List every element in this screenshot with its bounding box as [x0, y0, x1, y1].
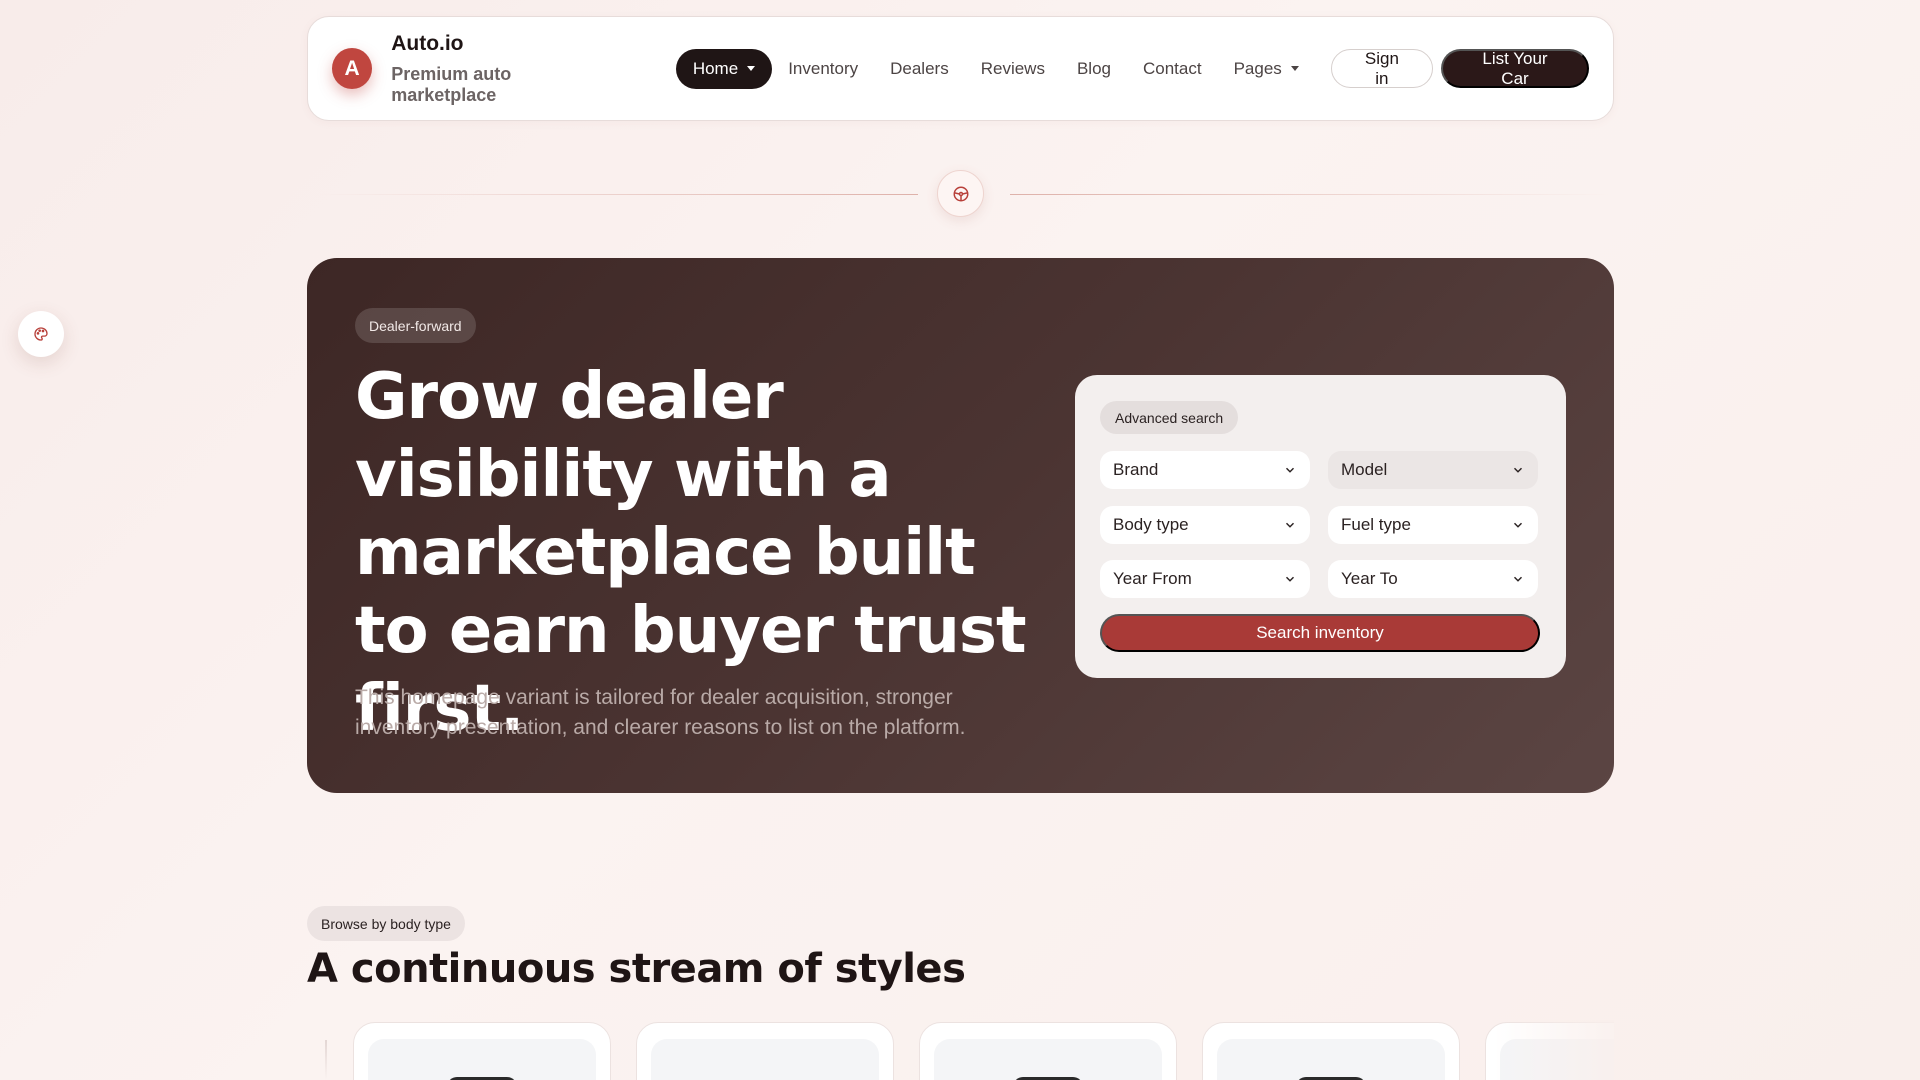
- hero-section: Dealer-forward Grow dealer visibility wi…: [307, 258, 1614, 793]
- card-image: [368, 1039, 596, 1080]
- advanced-search-card: Advanced search Brand Model Body type Fu…: [1075, 375, 1566, 678]
- nav-pages-label: Pages: [1233, 58, 1282, 78]
- nav-contact[interactable]: Contact: [1143, 59, 1202, 79]
- year-to-select-value: Year To: [1341, 569, 1398, 588]
- chevron-down-icon: [1285, 576, 1295, 582]
- nav-actions: Sign in List Your Car: [1330, 49, 1589, 88]
- brand-select[interactable]: Brand: [1100, 451, 1310, 489]
- caret-down-icon: [747, 66, 756, 71]
- divider-line: [1010, 194, 1610, 195]
- chevron-down-icon: [1285, 522, 1295, 528]
- fuel-type-select-value: Fuel type: [1341, 515, 1411, 534]
- year-from-select-value: Year From: [1113, 569, 1192, 588]
- chevron-down-icon: [1513, 522, 1523, 528]
- nav-dealers[interactable]: Dealers: [890, 59, 949, 79]
- steering-wheel-icon: [937, 170, 984, 217]
- nav-pages[interactable]: Pages: [1234, 59, 1299, 79]
- year-to-select[interactable]: Year To: [1328, 560, 1538, 598]
- body-type-carousel[interactable]: [307, 1020, 1614, 1080]
- list-your-car-button[interactable]: List Your Car: [1441, 49, 1589, 88]
- advanced-search-badge: Advanced search: [1100, 401, 1239, 434]
- sign-in-button[interactable]: Sign in: [1330, 49, 1433, 88]
- top-navbar: A Auto.io Premium auto marketplace Home …: [307, 16, 1614, 121]
- card-image: [1217, 1039, 1445, 1080]
- card-image: [651, 1039, 879, 1080]
- divider-line: [318, 194, 918, 195]
- body-type-card[interactable]: [353, 1022, 611, 1080]
- brand: Auto.io Premium auto marketplace: [391, 32, 617, 106]
- theme-palette-button[interactable]: [18, 311, 64, 357]
- nav-inventory[interactable]: Inventory: [788, 59, 858, 79]
- palette-icon: [34, 327, 48, 341]
- model-select[interactable]: Model: [1328, 451, 1538, 489]
- hero-badge: Dealer-forward: [355, 308, 476, 343]
- brand-tagline: Premium auto marketplace: [391, 63, 512, 105]
- body-type-select-value: Body type: [1113, 515, 1189, 534]
- brand-select-value: Brand: [1113, 460, 1159, 479]
- carousel-edge: [325, 1040, 327, 1080]
- nav-home-label: Home: [692, 58, 739, 78]
- chevron-down-icon: [1285, 467, 1295, 473]
- year-from-select[interactable]: Year From: [1100, 560, 1310, 598]
- nav-blog[interactable]: Blog: [1077, 59, 1111, 79]
- chevron-down-icon: [1513, 467, 1523, 473]
- body-type-select[interactable]: Body type: [1100, 506, 1310, 544]
- caret-down-icon: [1290, 66, 1299, 71]
- nav-reviews[interactable]: Reviews: [981, 59, 1045, 79]
- hero-subtitle: This homepage variant is tailored for de…: [355, 686, 966, 739]
- chevron-down-icon: [1513, 576, 1523, 582]
- search-inventory-button[interactable]: Search inventory: [1100, 614, 1540, 652]
- fuel-type-select[interactable]: Fuel type: [1328, 506, 1538, 544]
- brand-name[interactable]: Auto.io: [391, 32, 617, 56]
- browse-section-title: A continuous stream of styles: [307, 946, 966, 992]
- card-image: [934, 1039, 1162, 1080]
- nav-home[interactable]: Home: [675, 48, 773, 89]
- body-type-card[interactable]: [636, 1022, 894, 1080]
- body-type-card[interactable]: [1202, 1022, 1460, 1080]
- body-type-card[interactable]: [919, 1022, 1177, 1080]
- brand-logo[interactable]: A: [332, 48, 373, 89]
- main-nav: Home Inventory Dealers Reviews Blog Cont…: [675, 48, 1331, 89]
- model-select-value: Model: [1341, 460, 1388, 479]
- browse-badge: Browse by body type: [307, 906, 465, 941]
- carousel-fade: [1494, 1020, 1614, 1080]
